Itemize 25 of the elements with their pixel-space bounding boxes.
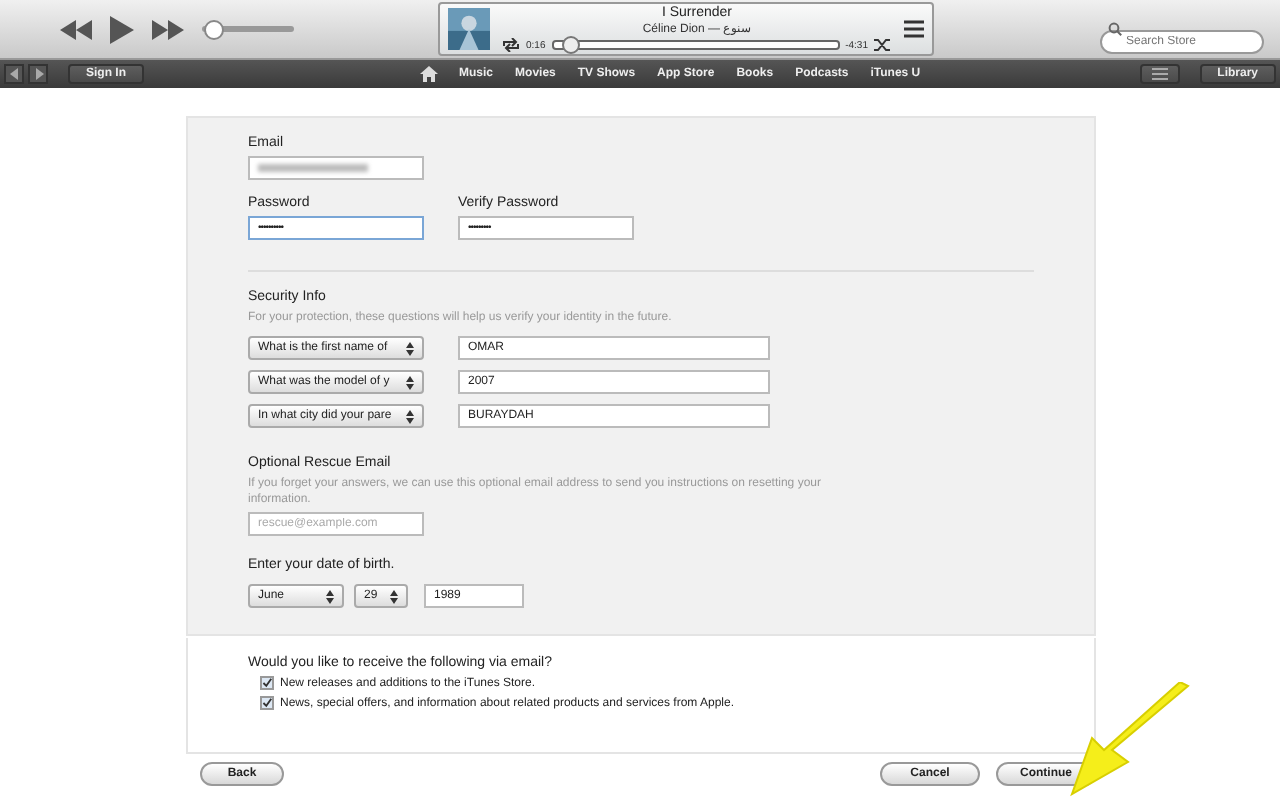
stepper-icon [406, 341, 414, 355]
checkbox[interactable] [260, 696, 274, 710]
stepper-icon [406, 375, 414, 389]
left-arrow-icon [9, 68, 19, 80]
pointer-arrow [1068, 682, 1192, 798]
checkbox[interactable] [260, 676, 274, 690]
repeat-icon[interactable] [502, 38, 520, 52]
menu-button[interactable] [1139, 64, 1180, 84]
right-arrow-icon [33, 68, 43, 80]
email-field[interactable] [248, 156, 424, 180]
forward-arrow-button[interactable] [28, 64, 48, 84]
search-icon [1108, 22, 1122, 36]
redacted-text [258, 164, 368, 172]
progress-bar[interactable] [551, 40, 840, 50]
rewind-icon[interactable] [60, 19, 92, 39]
stepper-icon [326, 589, 334, 603]
back-arrow-button[interactable] [4, 64, 24, 84]
stepper-icon [406, 409, 414, 423]
fast-forward-icon[interactable] [152, 19, 184, 39]
play-icon[interactable] [110, 15, 134, 43]
menu-icon [1151, 68, 1168, 80]
home-icon[interactable] [419, 66, 438, 82]
list-icon[interactable] [904, 20, 924, 38]
stepper-icon [390, 589, 398, 603]
shuffle-icon[interactable] [874, 38, 892, 52]
